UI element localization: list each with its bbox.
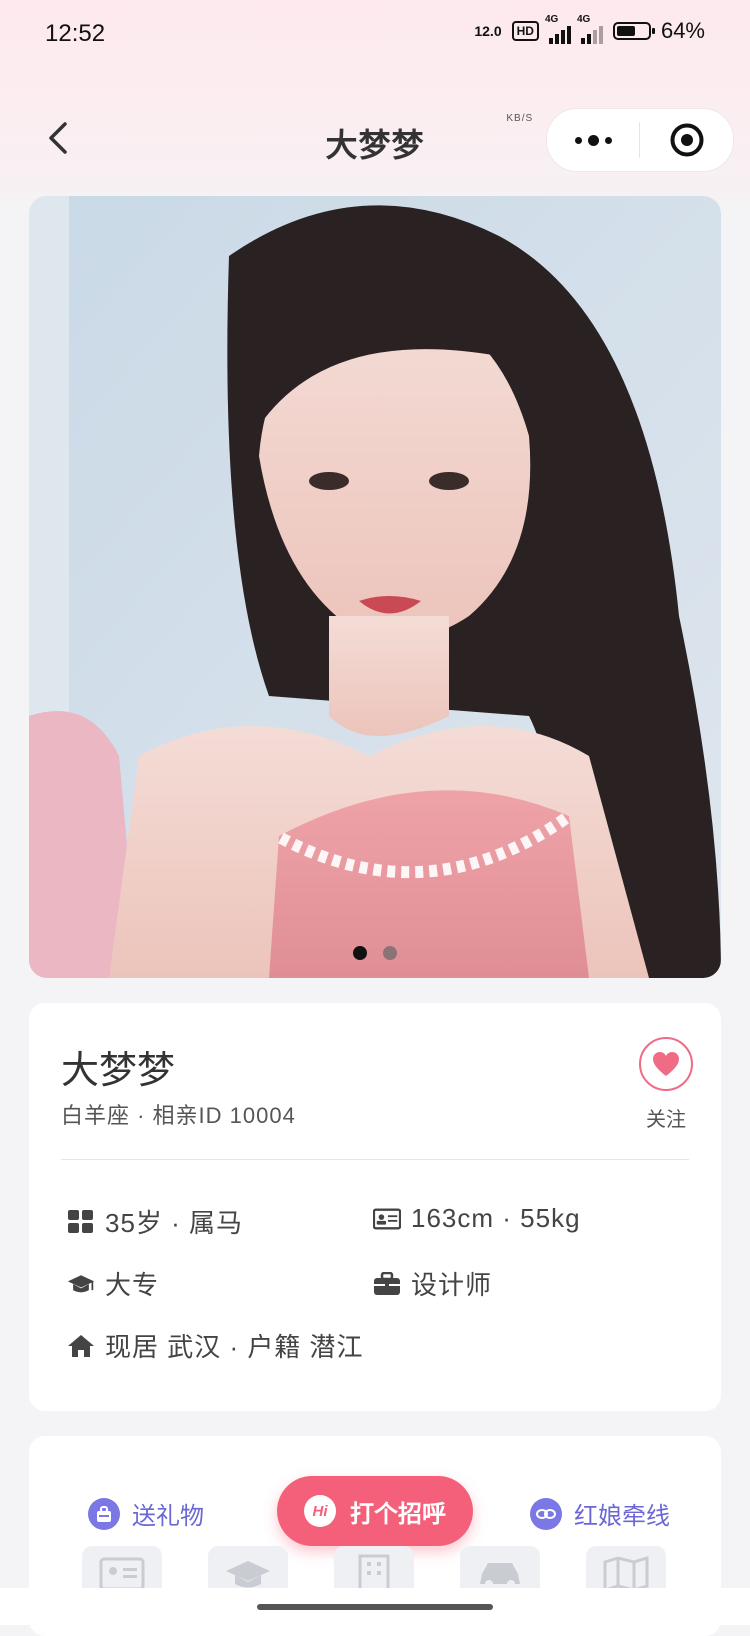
card-divider xyxy=(61,1159,689,1160)
status-bar: 12:52 12.0 KB/S HD 4G 4G 64% xyxy=(0,0,750,124)
send-gift-button[interactable]: 送礼物 xyxy=(88,1496,204,1531)
graduation-cap-icon xyxy=(226,1561,270,1588)
battery-icon xyxy=(612,22,655,40)
home-indicator[interactable] xyxy=(257,1604,493,1610)
profile-name: 大梦梦 xyxy=(61,1050,176,1092)
map-icon xyxy=(603,1556,649,1592)
grid-icon xyxy=(67,1208,95,1236)
info-residence-text: 现居 武汉 · 户籍 潜江 xyxy=(105,1332,364,1362)
info-occupation: 设计师 xyxy=(373,1265,492,1302)
graduation-cap-icon xyxy=(67,1270,95,1298)
car-icon xyxy=(480,1563,520,1588)
mini-program-capsule xyxy=(546,108,734,172)
more-button[interactable] xyxy=(547,109,639,171)
more-dots-icon xyxy=(574,134,612,146)
info-age-text: 35岁 · 属马 xyxy=(105,1208,244,1238)
signal-icon-sim2: 4G xyxy=(577,14,603,44)
profile-info-card: 大梦梦 白羊座 · 相亲ID 10004 关注 35岁 · 属马 163cm ·… xyxy=(29,1003,721,1411)
close-button[interactable] xyxy=(640,122,733,158)
follow-circle xyxy=(639,1037,693,1091)
carousel-indicator xyxy=(29,946,721,960)
heart-icon xyxy=(653,1052,679,1076)
carousel-dot-active[interactable] xyxy=(353,946,367,960)
profile-subtitle: 白羊座 · 相亲ID 10004 xyxy=(61,1103,296,1128)
briefcase-icon xyxy=(373,1270,401,1298)
carousel-dot[interactable] xyxy=(383,946,397,960)
say-hi-label: 打个招呼 xyxy=(350,1500,446,1528)
matchmaker-button[interactable]: 红娘牵线 xyxy=(530,1496,670,1531)
info-education-text: 大专 xyxy=(105,1270,160,1300)
id-card-icon xyxy=(373,1205,401,1233)
profile-photo xyxy=(29,196,721,978)
gift-icon xyxy=(88,1497,120,1530)
info-residence: 现居 武汉 · 户籍 潜江 xyxy=(67,1327,364,1364)
say-hi-button[interactable]: Hi 打个招呼 xyxy=(277,1476,473,1546)
network-speed: 12.0 KB/S xyxy=(474,23,532,124)
send-gift-label: 送礼物 xyxy=(132,1503,204,1530)
info-occupation-text: 设计师 xyxy=(411,1270,493,1300)
sim2-label: 4G xyxy=(576,14,591,25)
follow-label: 关注 xyxy=(646,1109,686,1131)
home-indicator-bar xyxy=(0,1588,750,1625)
signal-icon-sim1: 4G xyxy=(545,14,571,44)
profile-photo-carousel[interactable] xyxy=(29,196,721,978)
follow-button[interactable]: 关注 xyxy=(639,1037,693,1132)
info-education: 大专 xyxy=(67,1265,159,1302)
info-body: 163cm · 55kg xyxy=(373,1203,581,1234)
sim1-label: 4G xyxy=(544,14,559,25)
matchmaker-label: 红娘牵线 xyxy=(574,1503,670,1530)
status-indicators: 12.0 KB/S HD 4G 4G 64% xyxy=(474,14,705,124)
nav-bar: 大梦梦 xyxy=(0,100,750,180)
info-age: 35岁 · 属马 xyxy=(67,1203,243,1240)
link-icon xyxy=(530,1497,562,1530)
home-icon xyxy=(67,1332,95,1360)
target-circle-icon xyxy=(670,123,703,157)
hi-badge-icon: Hi xyxy=(304,1495,336,1527)
id-card-icon xyxy=(99,1557,145,1591)
status-time: 12:52 xyxy=(45,20,106,47)
action-bar: 送礼物 Hi 打个招呼 红娘牵线 xyxy=(0,1476,750,1548)
hd-badge: HD xyxy=(511,21,539,41)
battery-percent: 64% xyxy=(660,18,705,43)
network-speed-value: 12.0 xyxy=(474,23,502,39)
info-body-text: 163cm · 55kg xyxy=(411,1203,581,1233)
